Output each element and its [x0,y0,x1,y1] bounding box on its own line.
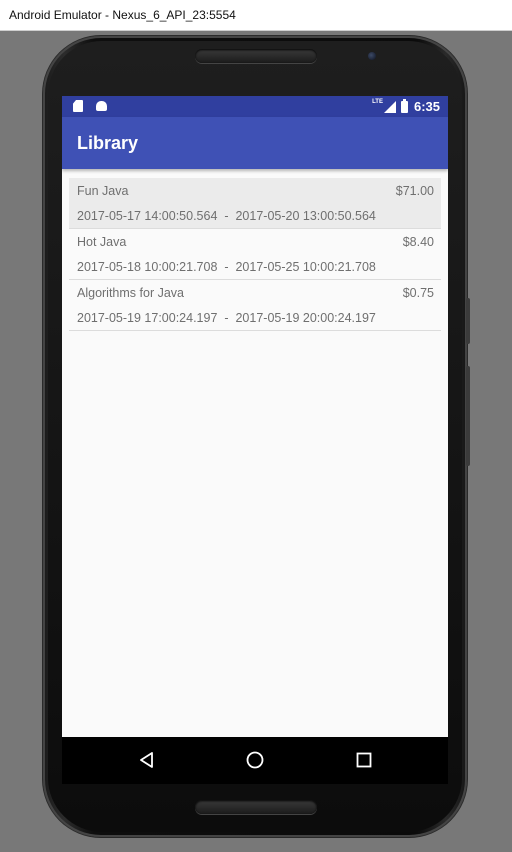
device-screen: LTE 6:35 Library Fun Java $71.00 2017-05… [62,96,448,784]
date-separator: - [224,260,229,274]
app-bar: Library [62,117,448,169]
book-dates: 2017-05-19 17:00:24.197 - 2017-05-19 20:… [77,311,376,325]
book-title: Fun Java [77,184,129,198]
home-icon[interactable] [246,751,264,769]
front-camera [368,52,376,60]
book-title: Hot Java [77,235,127,249]
navigation-bar [62,737,448,784]
sd-card-icon [73,100,83,112]
end-date: 2017-05-25 10:00:21.708 [235,260,376,274]
emulator-title-bar: Android Emulator - Nexus_6_API_23:5554 [0,0,512,31]
book-price: $8.40 [402,235,434,249]
book-dates: 2017-05-17 14:00:50.564 - 2017-05-20 13:… [77,209,376,223]
android-icon [96,101,107,111]
top-speaker [195,49,317,63]
status-time: 6:35 [413,99,440,114]
page-title: Library [77,133,139,153]
end-date: 2017-05-20 13:00:50.564 [235,209,376,223]
book-title: Algorithms for Java [77,286,184,300]
list-item[interactable]: Hot Java $8.40 2017-05-18 10:00:21.708 -… [69,229,441,280]
book-price: $71.00 [395,184,434,198]
volume-rocker[interactable] [466,366,470,466]
recents-icon[interactable] [355,751,373,769]
battery-charging-icon [400,98,408,113]
book-list: Fun Java $71.00 2017-05-17 14:00:50.564 … [69,178,441,331]
status-right-group: LTE 6:35 [372,98,440,114]
date-separator: - [224,311,229,325]
start-date: 2017-05-18 10:00:21.708 [77,260,218,274]
signal-icon [383,100,396,113]
back-icon[interactable] [138,751,156,769]
start-date: 2017-05-19 17:00:24.197 [77,311,218,325]
end-date: 2017-05-19 20:00:24.197 [235,311,376,325]
network-type-label: LTE [372,99,383,105]
start-date: 2017-05-17 14:00:50.564 [77,209,218,223]
status-bar: LTE 6:35 [62,96,448,117]
book-price: $0.75 [402,286,434,300]
power-button[interactable] [466,298,470,344]
date-separator: - [224,209,229,223]
window-title: Android Emulator - Nexus_6_API_23:5554 [9,8,236,22]
book-dates: 2017-05-18 10:00:21.708 - 2017-05-25 10:… [77,260,376,274]
list-item[interactable]: Fun Java $71.00 2017-05-17 14:00:50.564 … [69,178,441,229]
list-item[interactable]: Algorithms for Java $0.75 2017-05-19 17:… [69,280,441,331]
bottom-speaker [195,800,317,814]
